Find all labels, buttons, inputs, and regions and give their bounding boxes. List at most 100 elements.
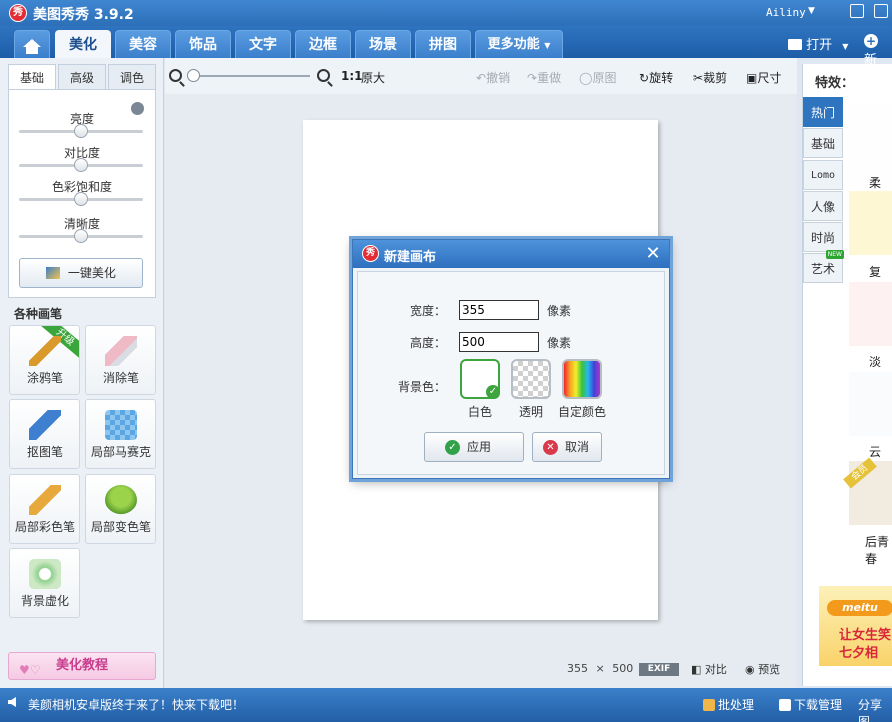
- effect-youth[interactable]: 后青春: [865, 533, 892, 567]
- subtab-color[interactable]: 调色: [108, 64, 156, 90]
- cancel-button[interactable]: ✕ 取消: [532, 432, 602, 462]
- doodle-brush-button[interactable]: 升级 涂鸦笔: [9, 325, 80, 395]
- mosaic-brush-button[interactable]: 局部马赛克: [85, 399, 156, 469]
- crop-button[interactable]: ✂裁剪: [693, 69, 727, 86]
- dialog-header: 秀 新建画布 ✕: [353, 240, 669, 268]
- compare-button[interactable]: ◧ 对比: [691, 661, 727, 677]
- saturation-slider-knob[interactable]: [74, 192, 88, 206]
- background-blur-button[interactable]: 背景虚化: [9, 548, 80, 618]
- subtab-basic[interactable]: 基础: [8, 64, 56, 90]
- dialog-body: 宽度： 像素 高度： 像素 背景色： ✓ 白色 透明 自定颜色 ✓ 应用 ✕ 取…: [357, 271, 665, 475]
- tab-text[interactable]: 文字: [235, 30, 291, 58]
- chevron-down-icon: ▼: [842, 42, 849, 51]
- user-menu[interactable]: Ailiny: [766, 6, 806, 19]
- rotate-label: 旋转: [649, 71, 674, 85]
- preview-button[interactable]: ◉ 预览: [745, 661, 780, 677]
- mosaic-brush-label: 局部马赛克: [90, 445, 151, 459]
- chevron-down-icon[interactable]: ▼: [808, 6, 815, 16]
- preview-label: 预览: [758, 663, 781, 676]
- tab-scene[interactable]: 场景: [355, 30, 411, 58]
- tab-more[interactable]: 更多功能 ▼: [475, 30, 563, 58]
- tab-collage[interactable]: 拼图: [415, 30, 471, 58]
- rotate-button[interactable]: ↻旋转: [639, 69, 673, 86]
- redo-button[interactable]: ↷重做: [527, 69, 561, 86]
- tab-frame[interactable]: 边框: [295, 30, 351, 58]
- zoom-slider-knob[interactable]: [187, 69, 200, 82]
- download-manager-button[interactable]: 下载管理: [779, 696, 842, 713]
- effect-thumb-retro[interactable]: [849, 191, 892, 255]
- resize-button[interactable]: ▣尺寸: [746, 69, 781, 86]
- status-message[interactable]: 美颜相机安卓版终于来了！快来下载吧！: [28, 696, 244, 713]
- contrast-slider-knob[interactable]: [74, 158, 88, 172]
- cancel-label: 取消: [565, 440, 590, 454]
- effect-category-basic[interactable]: 基础: [803, 128, 843, 158]
- apply-button[interactable]: ✓ 应用: [424, 432, 524, 462]
- actual-size-ratio[interactable]: 1:1: [341, 69, 363, 83]
- undo-label: 撤销: [486, 71, 511, 85]
- batch-process-button[interactable]: 批处理: [703, 696, 754, 713]
- main-menu: 美化 美容 饰品 文字 边框 场景 拼图 更多功能 ▼ 打开 ▼ + 新: [0, 26, 892, 68]
- effect-thumb-youth[interactable]: 会员: [843, 457, 892, 525]
- undo-button[interactable]: ↶撤销: [476, 69, 510, 86]
- eraser-brush-button[interactable]: 消除笔: [85, 325, 156, 395]
- effect-category-hot[interactable]: 热门: [803, 97, 843, 127]
- original-image-button[interactable]: ◯原图: [579, 69, 616, 86]
- width-input[interactable]: [459, 300, 539, 320]
- effect-thumb-soft-light[interactable]: [849, 104, 892, 184]
- custom-color-label: 自定颜色: [557, 405, 606, 419]
- new-button[interactable]: + 新: [864, 34, 892, 68]
- effect-category-lomo[interactable]: Lomo: [803, 160, 843, 190]
- one-click-beautify-button[interactable]: 一键美化: [19, 258, 143, 288]
- height-label: 高度：: [410, 336, 447, 350]
- skin-icon[interactable]: [850, 4, 864, 18]
- color-brush-button[interactable]: 局部彩色笔: [9, 474, 80, 544]
- undo-icon: ↶: [476, 71, 487, 85]
- preview-icon: ◉: [745, 663, 755, 676]
- effect-category-fashion[interactable]: 时尚: [803, 222, 843, 252]
- close-icon[interactable]: ✕: [643, 244, 663, 264]
- hands-icon: ♥♡: [19, 663, 41, 677]
- canvas-dimensions: 355 × 500: [567, 662, 633, 675]
- tab-more-label: 更多功能: [487, 37, 540, 52]
- recolor-brush-button[interactable]: 局部变色笔: [85, 474, 156, 544]
- sharpness-slider-knob[interactable]: [74, 229, 88, 243]
- adjust-subtabs: 基础 高级 调色: [8, 64, 156, 90]
- cutout-brush-button[interactable]: 抠图笔: [9, 399, 80, 469]
- effect-category-portrait[interactable]: 人像: [803, 191, 843, 221]
- beautify-tutorial-button[interactable]: ♥♡ 美化教程: [8, 652, 156, 680]
- color-brush-label: 局部彩色笔: [14, 520, 75, 534]
- subtab-advanced[interactable]: 高级: [58, 64, 106, 90]
- batch-icon: [703, 699, 715, 711]
- height-input[interactable]: [459, 332, 539, 352]
- speaker-icon: [8, 697, 16, 707]
- zoom-in-icon[interactable]: [317, 69, 330, 82]
- transparent-swatch[interactable]: [511, 359, 551, 399]
- tab-beautify[interactable]: 美化: [55, 30, 111, 58]
- original-size-button[interactable]: 原大: [361, 69, 385, 86]
- paint-bucket-icon: [105, 485, 137, 515]
- effect-thumb-cloud[interactable]: [849, 372, 892, 436]
- zoom-slider[interactable]: [189, 75, 310, 77]
- tab-accessories[interactable]: 饰品: [175, 30, 231, 58]
- rotate-icon: ↻: [639, 71, 650, 85]
- brightness-slider-knob[interactable]: [74, 124, 88, 138]
- effect-thumb-elegant[interactable]: [849, 282, 892, 346]
- effect-category-art[interactable]: 艺术 NEW: [803, 250, 844, 283]
- app-logo-icon: 秀: [9, 4, 27, 22]
- custom-color-swatch[interactable]: [562, 359, 602, 399]
- open-label: 打开: [806, 38, 833, 53]
- tab-home[interactable]: [14, 30, 50, 58]
- share-button[interactable]: 分享图: [858, 696, 892, 722]
- scissors-icon: ✂: [693, 71, 704, 85]
- exif-button[interactable]: EXIF: [639, 663, 679, 676]
- open-button[interactable]: 打开 ▼: [788, 34, 848, 53]
- promo-banner[interactable]: meitu 让女生笑 七夕相: [819, 586, 892, 666]
- crop-label: 裁剪: [703, 71, 728, 85]
- new-canvas-dialog: 秀 新建画布 ✕ 宽度： 像素 高度： 像素 背景色： ✓ 白色 透明 自定颜色…: [352, 239, 670, 479]
- recolor-brush-label: 局部变色笔: [90, 520, 151, 534]
- zoom-out-icon[interactable]: [169, 69, 182, 82]
- white-swatch[interactable]: ✓: [460, 359, 500, 399]
- menu-icon[interactable]: [874, 4, 888, 18]
- tab-makeup[interactable]: 美容: [115, 30, 171, 58]
- home-icon: [23, 39, 41, 54]
